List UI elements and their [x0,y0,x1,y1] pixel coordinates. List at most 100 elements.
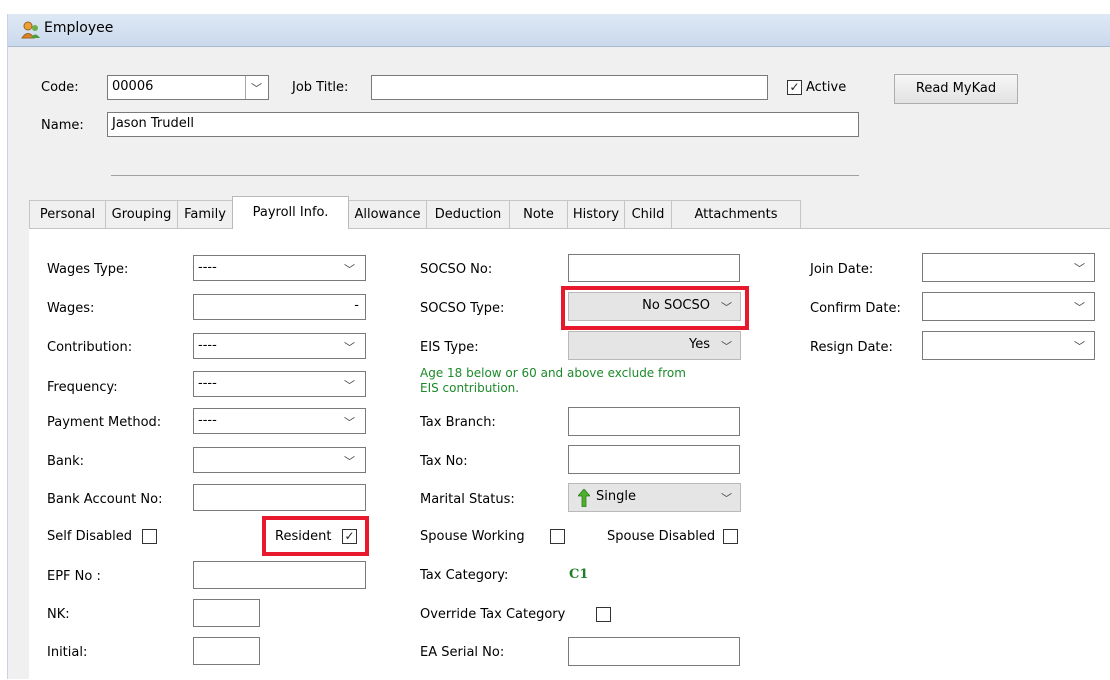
bank-account-input[interactable] [193,484,366,511]
chevron-down-icon[interactable]: ﹀ [251,80,262,96]
tab-payroll-info[interactable]: Payroll Info. [232,196,349,229]
top-strip [0,0,1110,14]
chevron-down-icon[interactable]: ﹀ [344,339,355,355]
initial-input[interactable] [193,637,260,665]
spouse-disabled-label: Spouse Disabled [607,529,716,544]
tab-allowance[interactable]: Allowance [348,200,427,228]
epf-input[interactable] [193,561,366,589]
code-value: 00006 [112,79,154,94]
tax-category-label: Tax Category: [420,568,509,583]
active-checkbox[interactable]: ✓ [787,80,802,95]
arrow-up-icon [578,489,590,507]
wages-input[interactable]: - [193,294,366,320]
resident-label: Resident [275,529,332,544]
override-tax-checkbox[interactable] [596,607,611,622]
chevron-down-icon[interactable]: ﹀ [344,377,355,393]
tax-no-input[interactable] [568,445,740,474]
employee-icon [21,21,40,39]
code-combo-divider [245,76,246,99]
tab-deduction[interactable]: Deduction [426,200,510,228]
chevron-down-icon[interactable]: ﹀ [344,414,355,430]
contribution-label: Contribution: [47,340,133,355]
eis-note-line1: Age 18 below or 60 and above exclude fro… [420,366,686,380]
resign-date-label: Resign Date: [810,340,893,355]
frequency-label: Frequency: [47,380,118,395]
chevron-down-icon[interactable]: ﹀ [1074,338,1085,354]
tab-note[interactable]: Note [509,200,568,228]
join-date-label: Join Date: [810,262,874,277]
frequency-combo[interactable]: ---- ﹀ [193,371,366,397]
tab-attachments[interactable]: Attachments [671,200,801,228]
wages-type-combo[interactable]: ---- ﹀ [193,255,366,281]
left-edge [0,14,7,679]
wages-type-label: Wages Type: [47,262,129,277]
name-input[interactable]: Jason Trudell [107,112,859,137]
marital-status-value: Single [596,489,636,504]
socso-type-combo[interactable]: No SOCSO ﹀ [568,292,741,321]
job-title-input[interactable] [371,75,768,100]
confirm-date-label: Confirm Date: [810,301,901,316]
tax-no-label: Tax No: [420,454,468,469]
chevron-down-icon[interactable]: ﹀ [1074,260,1085,276]
epf-label: EPF No : [47,569,101,584]
chevron-down-icon[interactable]: ﹀ [1074,299,1085,315]
code-combo[interactable]: 00006 ﹀ [107,75,269,100]
resign-date-picker[interactable]: ﹀ [922,331,1095,360]
self-disabled-checkbox[interactable] [142,529,157,544]
nk-label: NK: [47,607,70,622]
check-icon: ✓ [789,80,800,94]
socso-no-input[interactable] [568,254,740,282]
code-label: Code: [41,80,79,95]
tax-branch-label: Tax Branch: [420,415,496,430]
marital-status-label: Marital Status: [420,492,515,507]
eis-type-value: Yes [689,337,710,352]
job-title-label: Job Title: [292,80,349,95]
name-value: Jason Trudell [112,116,194,131]
header-separator [111,175,859,176]
tab-history[interactable]: History [567,200,625,228]
spouse-working-label: Spouse Working [420,529,525,544]
chevron-down-icon[interactable]: ﹀ [344,453,355,469]
confirm-date-picker[interactable]: ﹀ [922,292,1095,321]
ea-serial-input[interactable] [568,637,740,666]
window-title: Employee [44,20,114,36]
chevron-down-icon[interactable]: ﹀ [344,261,355,277]
socso-no-label: SOCSO No: [420,262,493,277]
eis-type-label: EIS Type: [420,340,479,355]
initial-label: Initial: [47,645,88,660]
socso-type-label: SOCSO Type: [420,301,505,316]
contribution-combo[interactable]: ---- ﹀ [193,333,366,359]
nk-input[interactable] [193,599,260,627]
ea-serial-label: EA Serial No: [420,645,505,660]
contribution-value: ---- [198,338,217,353]
bank-combo[interactable]: ﹀ [193,447,366,473]
chevron-down-icon[interactable]: ﹀ [721,338,732,354]
eis-note-line2: EIS contribution. [420,381,520,395]
wages-label: Wages: [47,301,95,316]
socso-type-value: No SOCSO [642,298,710,313]
name-label: Name: [41,118,84,133]
chevron-down-icon[interactable]: ﹀ [721,490,732,506]
tab-grouping[interactable]: Grouping [105,200,178,228]
wages-value: - [354,298,359,313]
eis-type-combo[interactable]: Yes ﹀ [568,331,741,360]
marital-status-combo[interactable]: Single ﹀ [568,483,741,512]
tab-child[interactable]: Child [624,200,672,228]
frequency-value: ---- [198,376,217,391]
read-mykad-button[interactable]: Read MyKad [894,74,1018,104]
tax-category-value: C1 [569,567,589,582]
resident-checkbox[interactable]: ✓ [342,529,357,544]
tab-family[interactable]: Family [177,200,233,228]
spouse-disabled-checkbox[interactable] [723,529,738,544]
payment-method-label: Payment Method: [47,415,162,430]
tab-personal[interactable]: Personal [29,200,106,228]
title-bar [8,14,1110,47]
active-label: Active [806,80,847,95]
bank-label: Bank: [47,454,85,469]
chevron-down-icon[interactable]: ﹀ [721,299,732,315]
payment-method-combo[interactable]: ---- ﹀ [193,408,366,434]
join-date-picker[interactable]: ﹀ [922,253,1095,282]
spouse-working-checkbox[interactable] [550,529,565,544]
self-disabled-label: Self Disabled [47,529,133,544]
tax-branch-input[interactable] [568,407,740,436]
